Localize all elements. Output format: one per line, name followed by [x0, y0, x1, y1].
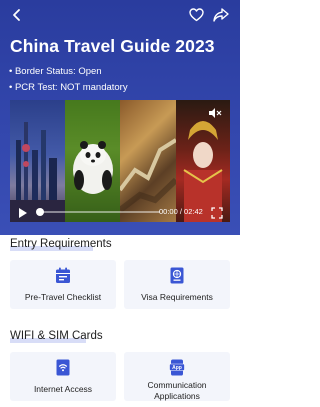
fullscreen-button[interactable]	[211, 206, 223, 222]
pcr-test-text: • PCR Test: NOT mandatory	[9, 82, 128, 93]
video-time: 00:00 / 02:42	[159, 207, 203, 216]
favorite-button[interactable]	[186, 5, 206, 25]
border-status-text: • Border Status: Open	[9, 66, 102, 77]
top-bar	[0, 0, 240, 30]
svg-text:App: App	[172, 365, 182, 371]
passport-icon	[170, 267, 184, 284]
share-button[interactable]	[211, 5, 231, 25]
play-button[interactable]	[18, 206, 28, 222]
calendar-icon	[56, 267, 70, 283]
card-label: Visa Requirements	[141, 292, 213, 302]
section-title-wifi-sim: WIFI & SIM Cards	[10, 330, 103, 343]
mute-button[interactable]	[208, 106, 222, 124]
hero-banner: China Travel Guide 2023 • Border Status:…	[0, 0, 240, 235]
video-player[interactable]: 00:00 / 02:42	[10, 100, 230, 222]
visa-requirements-card[interactable]: Visa Requirements	[124, 260, 230, 309]
card-label: Internet Access	[33, 384, 93, 394]
card-label: Pre-Travel Checklist	[24, 292, 102, 302]
mute-icon	[209, 108, 222, 118]
heart-icon	[188, 8, 204, 22]
wifi-icon	[56, 359, 70, 376]
fullscreen-icon	[211, 207, 223, 219]
share-icon	[213, 8, 229, 22]
card-label: Communication Applications	[147, 380, 207, 401]
page-title: China Travel Guide 2023	[10, 36, 215, 56]
video-progress-knob[interactable]	[36, 208, 44, 216]
play-icon	[19, 208, 27, 218]
back-button[interactable]	[7, 5, 27, 25]
internet-access-card[interactable]: Internet Access	[10, 352, 116, 401]
chevron-left-icon	[13, 9, 20, 21]
communication-applications-card[interactable]: App Communication Applications	[124, 352, 230, 401]
pre-travel-checklist-card[interactable]: Pre-Travel Checklist	[10, 260, 116, 309]
video-progress-bar[interactable]	[36, 208, 160, 216]
section-title-entry-requirements: Entry Requirements	[10, 238, 112, 251]
app-icon: App	[169, 359, 185, 376]
video-controls: 00:00 / 02:42	[10, 202, 230, 222]
